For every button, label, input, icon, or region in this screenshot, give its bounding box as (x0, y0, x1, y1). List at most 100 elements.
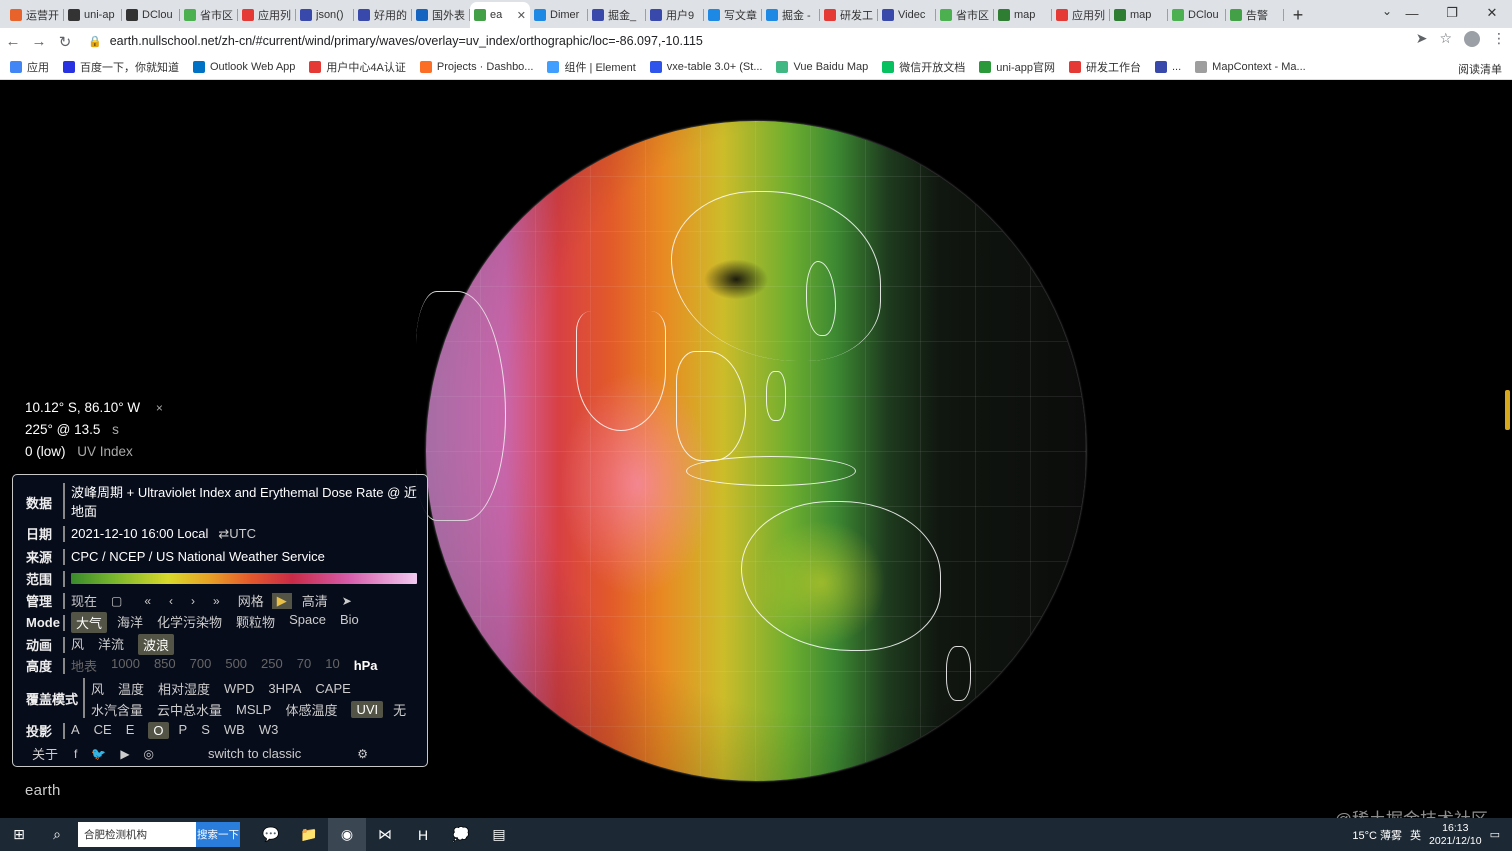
tab[interactable]: json() (296, 2, 354, 28)
projection-option[interactable]: E (126, 722, 135, 739)
start-icon[interactable]: ⊞ (0, 818, 38, 851)
tab[interactable]: 掘金_ (588, 2, 646, 28)
bookmark-item[interactable]: 百度一下，你就知道 (63, 59, 179, 75)
play-icon[interactable]: ▶ (271, 592, 292, 609)
close-window-button[interactable]: ✕ (1472, 0, 1512, 26)
bookmark-item[interactable]: Vue Baidu Map (776, 59, 868, 75)
notepad-icon[interactable]: ▤ (480, 818, 518, 851)
utc-toggle[interactable]: ⇄UTC (218, 526, 256, 542)
notification-icon[interactable]: ▭ (1490, 828, 1500, 841)
lock-icon[interactable]: 🔒 (88, 35, 102, 48)
projection-option[interactable]: W3 (259, 722, 279, 739)
bookmark-item[interactable]: vxe-table 3.0+ (St... (649, 59, 762, 75)
projection-option[interactable]: O (148, 722, 169, 739)
overlay-option[interactable]: CAPE (315, 681, 350, 696)
settings-icon[interactable]: ⚙ (357, 747, 368, 761)
globe[interactable] (416, 121, 1086, 781)
facebook-icon[interactable]: f (74, 747, 77, 761)
tab[interactable]: 应用列 (238, 2, 296, 28)
overlay-option[interactable]: 相对湿度 (158, 679, 210, 698)
calendar-icon[interactable]: ▢ (111, 594, 122, 608)
tab[interactable]: DClou (1168, 2, 1226, 28)
bookmark-item[interactable]: 微信开放文档 (882, 59, 965, 75)
earth-title-link[interactable]: earth (25, 782, 61, 799)
animation-option[interactable]: 洋流 (98, 634, 124, 655)
height-option[interactable]: 850 (154, 656, 176, 675)
overlay-option[interactable]: MSLP (236, 702, 271, 717)
chrome-icon[interactable]: ◉ (328, 818, 366, 851)
back-button[interactable]: ← (0, 29, 26, 55)
tab[interactable]: 省市区 (936, 2, 994, 28)
weather-widget[interactable]: 15°C 薄雾 (1352, 827, 1402, 843)
bookmark-item[interactable]: MapContext - Ma... (1195, 59, 1306, 75)
tab[interactable]: Dimer (530, 2, 588, 28)
mode-option[interactable]: Bio (340, 612, 359, 633)
profile-avatar[interactable] (1464, 30, 1480, 47)
tab[interactable]: 研发工 (820, 2, 878, 28)
bookmark-star-icon[interactable]: ☆ (1439, 30, 1452, 47)
overlay-option[interactable]: 无 (393, 700, 406, 719)
projection-option[interactable]: S (201, 722, 210, 739)
hbuilder-icon[interactable]: H (404, 818, 442, 851)
maximize-button[interactable]: ❐ (1432, 0, 1472, 26)
mode-option[interactable]: 海洋 (117, 612, 143, 633)
forward-day-icon[interactable]: » (213, 594, 220, 608)
wechat-work-icon[interactable]: 💬 (252, 818, 290, 851)
tab[interactable]: 用户9 (646, 2, 704, 28)
projection-option[interactable]: P (179, 722, 188, 739)
tab[interactable]: 告警 (1226, 2, 1284, 28)
address-bar[interactable]: 🔒 earth.nullschool.net/zh-cn/#current/wi… (88, 30, 1378, 52)
color-scale[interactable] (71, 573, 417, 584)
search-icon[interactable]: ⌕ (38, 818, 76, 851)
height-option[interactable]: 250 (261, 656, 283, 675)
bookmark-item[interactable]: ... (1155, 59, 1181, 75)
overlay-option[interactable]: 体感温度 (285, 700, 337, 719)
wind-unit[interactable]: s (112, 422, 119, 437)
forward-button[interactable]: → (26, 29, 52, 55)
overlay-option[interactable]: 3HPA (268, 681, 301, 696)
tab[interactable]: Videc (878, 2, 936, 28)
tab[interactable]: uni-ap (64, 2, 122, 28)
overlay-option[interactable]: 风 (91, 679, 104, 698)
tab[interactable]: map (1110, 2, 1168, 28)
animation-option[interactable]: 风 (71, 634, 84, 655)
twitter-icon[interactable]: 🐦 (91, 747, 106, 761)
send-tab-icon[interactable]: ➤ (1416, 30, 1428, 47)
height-option[interactable]: 70 (297, 656, 311, 675)
height-option[interactable]: 地表 (71, 656, 97, 675)
mode-option[interactable]: Space (289, 612, 326, 633)
bookmark-item[interactable]: 应用 (10, 59, 49, 75)
animation-option[interactable]: 波浪 (138, 634, 175, 655)
height-option[interactable]: 1000 (111, 656, 140, 675)
tab[interactable]: 省市区 (180, 2, 238, 28)
file-explorer-icon[interactable]: 📁 (290, 818, 328, 851)
switch-classic-link[interactable]: switch to classic (208, 746, 301, 761)
bookmark-item[interactable]: 组件 | Element (547, 59, 636, 75)
reload-button[interactable]: ↻ (52, 29, 78, 55)
clock[interactable]: 16:13 2021/12/10 (1429, 822, 1482, 848)
close-marker-icon[interactable]: × (156, 401, 163, 415)
taskbar-search-input[interactable]: 合肥检测机构 (78, 822, 196, 847)
ime-indicator[interactable]: 英 (1410, 827, 1421, 843)
youtube-icon[interactable]: ▶ (120, 747, 129, 761)
bookmark-item[interactable]: 用户中心4A认证 (309, 59, 406, 75)
projection-option[interactable]: WB (224, 722, 245, 739)
now-button[interactable]: 现在 (71, 591, 97, 610)
tab[interactable]: 掘金 - (762, 2, 820, 28)
overlay-option[interactable]: 水汽含量 (91, 700, 143, 719)
overlay-option[interactable]: UVI (351, 701, 384, 718)
search-text[interactable]: 合肥检测机构 (84, 827, 147, 842)
reading-list-button[interactable]: 阅读清单 (1458, 61, 1502, 77)
minimize-button[interactable]: — (1392, 0, 1432, 26)
tab[interactable]: 写文章 (704, 2, 762, 28)
overlay-option[interactable]: WPD (224, 681, 254, 696)
new-tab-button[interactable]: + (1284, 2, 1312, 28)
tab-search-icon[interactable]: ⌄ (1382, 4, 1392, 18)
height-option[interactable]: 500 (225, 656, 247, 675)
tab-close-icon[interactable]: ✕ (517, 9, 526, 22)
url-text[interactable]: earth.nullschool.net/zh-cn/#current/wind… (110, 34, 703, 48)
instagram-icon[interactable]: ◎ (144, 747, 154, 761)
projection-option[interactable]: CE (94, 722, 112, 739)
tab[interactable]: 好用的 (354, 2, 412, 28)
back-step-icon[interactable]: ‹ (169, 594, 173, 608)
